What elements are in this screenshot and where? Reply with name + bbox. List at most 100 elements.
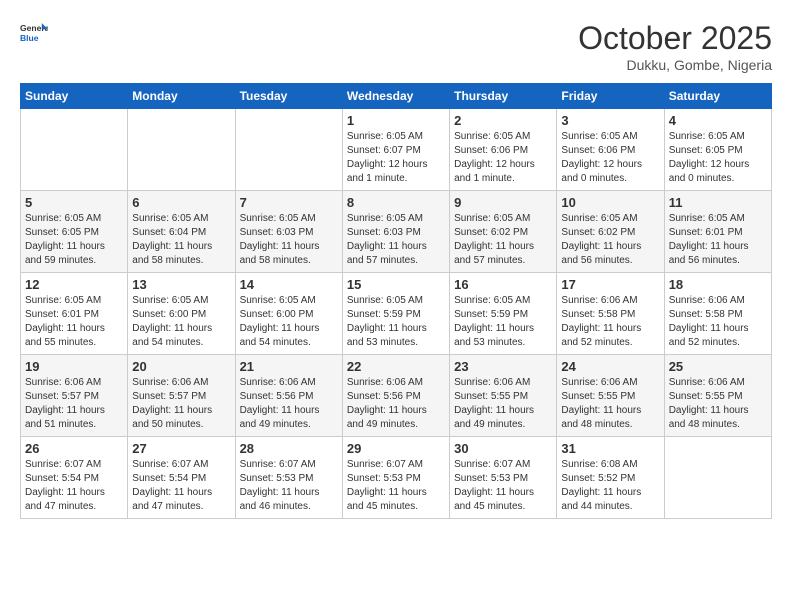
day-number: 8 xyxy=(347,195,445,210)
calendar-body: 1 Sunrise: 6:05 AM Sunset: 6:07 PM Daylig… xyxy=(21,109,772,519)
day-info: Sunrise: 6:05 AM Sunset: 6:00 PM Dayligh… xyxy=(132,294,230,350)
day-cell: 8 Sunrise: 6:05 AM Sunset: 6:03 PM Daylig… xyxy=(342,191,449,273)
day-number: 14 xyxy=(240,277,338,292)
day-cell: 15 Sunrise: 6:05 AM Sunset: 5:59 PM Dayli… xyxy=(342,273,449,355)
day-number: 20 xyxy=(132,359,230,374)
day-number: 6 xyxy=(132,195,230,210)
month-title: October 2025 xyxy=(578,20,772,57)
day-info: Sunrise: 6:07 AM Sunset: 5:53 PM Dayligh… xyxy=(454,458,552,514)
day-info: Sunrise: 6:07 AM Sunset: 5:53 PM Dayligh… xyxy=(240,458,338,514)
header-day-friday: Friday xyxy=(557,84,664,109)
day-info: Sunrise: 6:06 AM Sunset: 5:55 PM Dayligh… xyxy=(669,376,767,432)
week-row-0: 1 Sunrise: 6:05 AM Sunset: 6:07 PM Daylig… xyxy=(21,109,772,191)
day-cell: 22Sunrise: 6:06 AM Sunset: 5:56 PM Dayli… xyxy=(342,355,449,437)
day-cell: 14 Sunrise: 6:05 AM Sunset: 6:00 PM Dayli… xyxy=(235,273,342,355)
day-info: Sunrise: 6:07 AM Sunset: 5:54 PM Dayligh… xyxy=(132,458,230,514)
day-info: Sunrise: 6:05 AM Sunset: 6:04 PM Dayligh… xyxy=(132,212,230,268)
day-info: Sunrise: 6:08 AM Sunset: 5:52 PM Dayligh… xyxy=(561,458,659,514)
day-number: 31 xyxy=(561,441,659,456)
header-day-sunday: Sunday xyxy=(21,84,128,109)
week-row-3: 19 Sunrise: 6:06 AM Sunset: 5:57 PM Dayli… xyxy=(21,355,772,437)
day-cell: 9Sunrise: 6:05 AM Sunset: 6:02 PM Daylig… xyxy=(450,191,557,273)
day-cell: 7 Sunrise: 6:05 AM Sunset: 6:03 PM Daylig… xyxy=(235,191,342,273)
day-cell: 12Sunrise: 6:05 AM Sunset: 6:01 PM Dayli… xyxy=(21,273,128,355)
day-cell: 4Sunrise: 6:05 AM Sunset: 6:05 PM Daylig… xyxy=(664,109,771,191)
day-info: Sunrise: 6:06 AM Sunset: 5:58 PM Dayligh… xyxy=(561,294,659,350)
day-cell: 3 Sunrise: 6:05 AM Sunset: 6:06 PM Daylig… xyxy=(557,109,664,191)
day-number: 3 xyxy=(561,113,659,128)
day-number: 7 xyxy=(240,195,338,210)
day-cell: 29 Sunrise: 6:07 AM Sunset: 5:53 PM Dayli… xyxy=(342,437,449,519)
day-info: Sunrise: 6:06 AM Sunset: 5:57 PM Dayligh… xyxy=(132,376,230,432)
day-cell: 30 Sunrise: 6:07 AM Sunset: 5:53 PM Dayli… xyxy=(450,437,557,519)
day-number: 19 xyxy=(25,359,123,374)
logo-icon: General Blue xyxy=(20,20,48,48)
day-info: Sunrise: 6:05 AM Sunset: 6:06 PM Dayligh… xyxy=(561,130,659,186)
week-row-4: 26 Sunrise: 6:07 AM Sunset: 5:54 PM Dayli… xyxy=(21,437,772,519)
day-number: 26 xyxy=(25,441,123,456)
page-header: General Blue October 2025 Dukku, Gombe, … xyxy=(20,20,772,73)
day-info: Sunrise: 6:05 AM Sunset: 6:06 PM Dayligh… xyxy=(454,130,552,186)
day-info: Sunrise: 6:05 AM Sunset: 5:59 PM Dayligh… xyxy=(347,294,445,350)
header-day-monday: Monday xyxy=(128,84,235,109)
day-info: Sunrise: 6:05 AM Sunset: 6:05 PM Dayligh… xyxy=(25,212,123,268)
day-info: Sunrise: 6:05 AM Sunset: 6:03 PM Dayligh… xyxy=(240,212,338,268)
day-info: Sunrise: 6:05 AM Sunset: 5:59 PM Dayligh… xyxy=(454,294,552,350)
day-number: 24 xyxy=(561,359,659,374)
day-number: 27 xyxy=(132,441,230,456)
calendar-header: SundayMondayTuesdayWednesdayThursdayFrid… xyxy=(21,84,772,109)
svg-text:Blue: Blue xyxy=(20,33,39,43)
day-info: Sunrise: 6:05 AM Sunset: 6:07 PM Dayligh… xyxy=(347,130,445,186)
day-info: Sunrise: 6:06 AM Sunset: 5:55 PM Dayligh… xyxy=(561,376,659,432)
day-number: 25 xyxy=(669,359,767,374)
day-info: Sunrise: 6:05 AM Sunset: 6:02 PM Dayligh… xyxy=(454,212,552,268)
day-cell: 10Sunrise: 6:05 AM Sunset: 6:02 PM Dayli… xyxy=(557,191,664,273)
day-number: 21 xyxy=(240,359,338,374)
day-info: Sunrise: 6:05 AM Sunset: 6:05 PM Dayligh… xyxy=(669,130,767,186)
day-cell: 24 Sunrise: 6:06 AM Sunset: 5:55 PM Dayli… xyxy=(557,355,664,437)
day-info: Sunrise: 6:05 AM Sunset: 6:00 PM Dayligh… xyxy=(240,294,338,350)
day-cell xyxy=(21,109,128,191)
day-number: 1 xyxy=(347,113,445,128)
day-info: Sunrise: 6:06 AM Sunset: 5:58 PM Dayligh… xyxy=(669,294,767,350)
day-cell: 28 Sunrise: 6:07 AM Sunset: 5:53 PM Dayli… xyxy=(235,437,342,519)
day-cell: 5 Sunrise: 6:05 AM Sunset: 6:05 PM Daylig… xyxy=(21,191,128,273)
day-cell: 25 Sunrise: 6:06 AM Sunset: 5:55 PM Dayli… xyxy=(664,355,771,437)
day-cell: 16 Sunrise: 6:05 AM Sunset: 5:59 PM Dayli… xyxy=(450,273,557,355)
day-info: Sunrise: 6:07 AM Sunset: 5:53 PM Dayligh… xyxy=(347,458,445,514)
day-number: 10 xyxy=(561,195,659,210)
week-row-2: 12Sunrise: 6:05 AM Sunset: 6:01 PM Dayli… xyxy=(21,273,772,355)
day-cell xyxy=(128,109,235,191)
day-number: 5 xyxy=(25,195,123,210)
day-cell: 11Sunrise: 6:05 AM Sunset: 6:01 PM Dayli… xyxy=(664,191,771,273)
header-day-saturday: Saturday xyxy=(664,84,771,109)
header-day-tuesday: Tuesday xyxy=(235,84,342,109)
day-cell: 18Sunrise: 6:06 AM Sunset: 5:58 PM Dayli… xyxy=(664,273,771,355)
day-cell: 6 Sunrise: 6:05 AM Sunset: 6:04 PM Daylig… xyxy=(128,191,235,273)
day-cell: 2 Sunrise: 6:05 AM Sunset: 6:06 PM Daylig… xyxy=(450,109,557,191)
day-cell: 27 Sunrise: 6:07 AM Sunset: 5:54 PM Dayli… xyxy=(128,437,235,519)
day-number: 15 xyxy=(347,277,445,292)
day-number: 23 xyxy=(454,359,552,374)
logo: General Blue xyxy=(20,20,48,48)
day-info: Sunrise: 6:05 AM Sunset: 6:03 PM Dayligh… xyxy=(347,212,445,268)
calendar-table: SundayMondayTuesdayWednesdayThursdayFrid… xyxy=(20,83,772,519)
day-number: 30 xyxy=(454,441,552,456)
day-cell: 20 Sunrise: 6:06 AM Sunset: 5:57 PM Dayli… xyxy=(128,355,235,437)
day-number: 28 xyxy=(240,441,338,456)
header-row: SundayMondayTuesdayWednesdayThursdayFrid… xyxy=(21,84,772,109)
day-number: 29 xyxy=(347,441,445,456)
day-cell xyxy=(235,109,342,191)
day-number: 13 xyxy=(132,277,230,292)
day-info: Sunrise: 6:06 AM Sunset: 5:57 PM Dayligh… xyxy=(25,376,123,432)
day-info: Sunrise: 6:05 AM Sunset: 6:01 PM Dayligh… xyxy=(669,212,767,268)
day-number: 17 xyxy=(561,277,659,292)
day-cell: 13 Sunrise: 6:05 AM Sunset: 6:00 PM Dayli… xyxy=(128,273,235,355)
day-info: Sunrise: 6:07 AM Sunset: 5:54 PM Dayligh… xyxy=(25,458,123,514)
day-cell: 31 Sunrise: 6:08 AM Sunset: 5:52 PM Dayli… xyxy=(557,437,664,519)
day-info: Sunrise: 6:06 AM Sunset: 5:55 PM Dayligh… xyxy=(454,376,552,432)
day-info: Sunrise: 6:06 AM Sunset: 5:56 PM Dayligh… xyxy=(347,376,445,432)
title-block: October 2025 Dukku, Gombe, Nigeria xyxy=(578,20,772,73)
day-number: 2 xyxy=(454,113,552,128)
day-number: 16 xyxy=(454,277,552,292)
